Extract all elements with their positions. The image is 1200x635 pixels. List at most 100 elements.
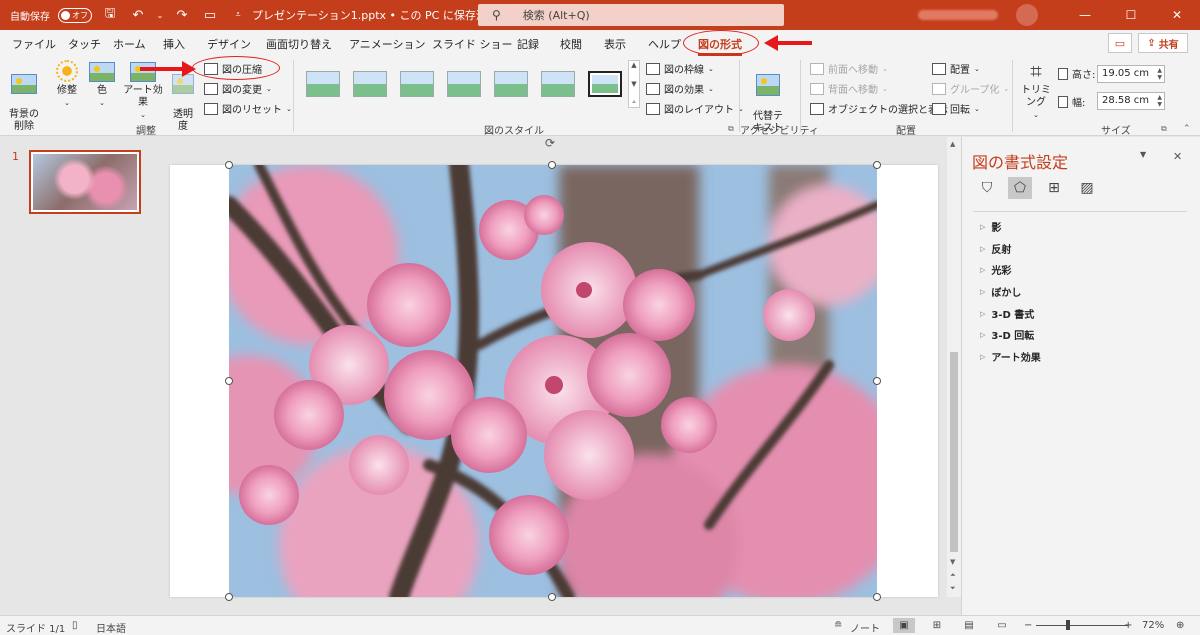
spellcheck-icon[interactable]: ▯ (72, 620, 78, 631)
notes-icon[interactable]: ≘ (834, 620, 842, 631)
resize-handle-top-left[interactable] (225, 161, 233, 169)
color-button[interactable]: 色 ⌄ (88, 62, 116, 109)
section-glow[interactable]: ▷ 光彩 (980, 262, 1011, 278)
autosave-toggle[interactable]: オフ (58, 7, 92, 23)
picture-style-7[interactable] (588, 71, 622, 97)
tab-transitions[interactable]: 画面切り替え (266, 36, 332, 52)
tab-animations[interactable]: アニメーション (349, 36, 426, 52)
size-properties-icon[interactable]: ⊞ (1042, 177, 1066, 199)
tab-home[interactable]: ホーム (113, 36, 146, 52)
next-slide-icon[interactable]: ⏷ (950, 584, 956, 593)
width-input[interactable]: 28.58 cm ▲ ▼ (1097, 92, 1165, 110)
comments-button[interactable]: ▭ (1108, 33, 1132, 53)
height-spinner[interactable]: ▲ ▼ (1157, 67, 1162, 81)
section-soft-edges[interactable]: ▷ ぼかし (980, 284, 1021, 300)
height-input[interactable]: 19.05 cm ▲ ▼ (1097, 65, 1165, 83)
slide-thumbnail[interactable] (29, 150, 141, 214)
dialog-launcher-icon[interactable]: ⧉ (728, 124, 734, 134)
notes-button[interactable]: ノート (850, 620, 880, 635)
change-picture-button[interactable]: 図の変更 ⌄ (204, 81, 272, 96)
undo-icon[interactable]: ↶ (128, 5, 148, 25)
pane-options-icon[interactable]: ▼ (1140, 150, 1146, 159)
normal-view-icon[interactable]: ▣ (893, 618, 915, 633)
previous-slide-icon[interactable]: ⏶ (950, 571, 956, 580)
redo-icon[interactable]: ↷ (172, 5, 192, 25)
customize-icon[interactable]: ⩡ (228, 5, 248, 25)
crop-button[interactable]: ⌗ トリミング ⌄ (1018, 60, 1054, 121)
zoom-out-icon[interactable]: − (1024, 620, 1032, 631)
resize-handle-bottom[interactable] (548, 593, 556, 601)
share-button[interactable]: ⇪ 共有 (1138, 33, 1188, 53)
scroll-down-icon[interactable]: ▼ (950, 558, 955, 566)
picture-style-2[interactable] (353, 71, 387, 97)
picture-style-5[interactable] (494, 71, 528, 97)
section-shadow[interactable]: ▷ 影 (980, 219, 1001, 235)
maximize-button[interactable]: ☐ (1108, 0, 1154, 30)
selection-pane-button[interactable]: オブジェクトの選択と表示 (810, 101, 948, 116)
tab-view[interactable]: 表示 (604, 36, 626, 52)
fit-to-window-icon[interactable]: ⊕ (1176, 620, 1184, 631)
zoom-level[interactable]: 72% (1142, 620, 1164, 631)
section-3d-format[interactable]: ▷ 3-D 書式 (980, 306, 1034, 322)
slide-sorter-icon[interactable]: ⊞ (926, 618, 948, 633)
rotate-button[interactable]: 回転 ⌄ (932, 101, 980, 116)
tab-record[interactable]: 記録 (517, 36, 539, 52)
dialog-launcher-icon[interactable]: ⧉ (1161, 124, 1167, 134)
document-title[interactable]: プレゼンテーション1.pptx • この PC に保存済み ⌄ (252, 7, 511, 23)
section-3d-rotation[interactable]: ▷ 3-D 回転 (980, 327, 1034, 343)
align-button[interactable]: 配置 ⌄ (932, 61, 980, 76)
present-icon[interactable]: ▭ (200, 5, 220, 25)
picture-icon[interactable]: ▨ (1075, 177, 1099, 199)
collapse-ribbon-icon[interactable]: ⌃ (1183, 124, 1191, 134)
undo-dropdown-icon[interactable]: ⌄ (156, 5, 164, 25)
resize-handle-left[interactable] (225, 377, 233, 385)
user-name[interactable] (918, 10, 998, 20)
group-button[interactable]: グループ化 ⌄ (932, 81, 1009, 96)
pane-close-icon[interactable]: ✕ (1173, 150, 1182, 163)
picture-style-1[interactable] (306, 71, 340, 97)
language-indicator[interactable]: 日本語 (96, 620, 126, 635)
zoom-slider[interactable] (1036, 625, 1128, 626)
section-artistic-effects[interactable]: ▷ アート効果 (980, 349, 1041, 365)
rotate-handle-icon[interactable]: ⟳ (545, 136, 555, 150)
slideshow-view-icon[interactable]: ▭ (991, 618, 1013, 633)
picture-style-3[interactable] (400, 71, 434, 97)
corrections-button[interactable]: 修整 ⌄ (52, 60, 82, 109)
zoom-slider-knob[interactable] (1066, 620, 1070, 630)
picture-style-6[interactable] (541, 71, 575, 97)
picture-effects-button[interactable]: 図の効果 ⌄ (646, 81, 714, 96)
style-gallery-scroll[interactable]: ▲ ▼ ⩡ (628, 60, 640, 108)
tab-help[interactable]: ヘルプ (648, 36, 681, 52)
reading-view-icon[interactable]: ▤ (958, 618, 980, 633)
tab-review[interactable]: 校閲 (560, 36, 582, 52)
tab-file[interactable]: ファイル (12, 36, 56, 52)
resize-handle-bottom-left[interactable] (225, 593, 233, 601)
search-box[interactable]: ⚲ 検索 (Alt+Q) (478, 4, 784, 26)
resize-handle-right[interactable] (873, 377, 881, 385)
send-backward-button[interactable]: 背面へ移動 ⌄ (810, 81, 888, 96)
width-spinner[interactable]: ▲ ▼ (1157, 94, 1162, 108)
scroll-up-icon[interactable]: ▲ (950, 140, 955, 148)
resize-handle-top-right[interactable] (873, 161, 881, 169)
bring-forward-button[interactable]: 前面へ移動 ⌄ (810, 61, 888, 76)
save-icon[interactable]: 🖫 (100, 5, 120, 25)
cherry-blossom-photo[interactable] (229, 165, 877, 597)
minimize-button[interactable]: — (1062, 0, 1108, 30)
tab-insert[interactable]: 挿入 (163, 36, 185, 52)
avatar[interactable] (1016, 4, 1038, 26)
section-reflection[interactable]: ▷ 反射 (980, 241, 1011, 257)
fill-line-icon[interactable]: ⛉ (975, 177, 999, 199)
picture-layout-button[interactable]: 図のレイアウト ⌄ (646, 101, 744, 116)
tab-touch[interactable]: タッチ (68, 36, 101, 52)
tab-design[interactable]: デザイン (207, 36, 251, 52)
tab-slideshow[interactable]: スライド ショー (432, 36, 513, 52)
picture-style-4[interactable] (447, 71, 481, 97)
resize-handle-top[interactable] (548, 161, 556, 169)
effects-icon[interactable]: ⬠ (1008, 177, 1032, 199)
reset-picture-button[interactable]: 図のリセット ⌄ (204, 101, 292, 116)
close-button[interactable]: ✕ (1154, 0, 1200, 30)
resize-handle-bottom-right[interactable] (873, 593, 881, 601)
zoom-in-icon[interactable]: + (1124, 620, 1132, 631)
picture-border-button[interactable]: 図の枠線 ⌄ (646, 61, 714, 76)
remove-background-button[interactable]: 背景の 削除 (6, 62, 42, 133)
